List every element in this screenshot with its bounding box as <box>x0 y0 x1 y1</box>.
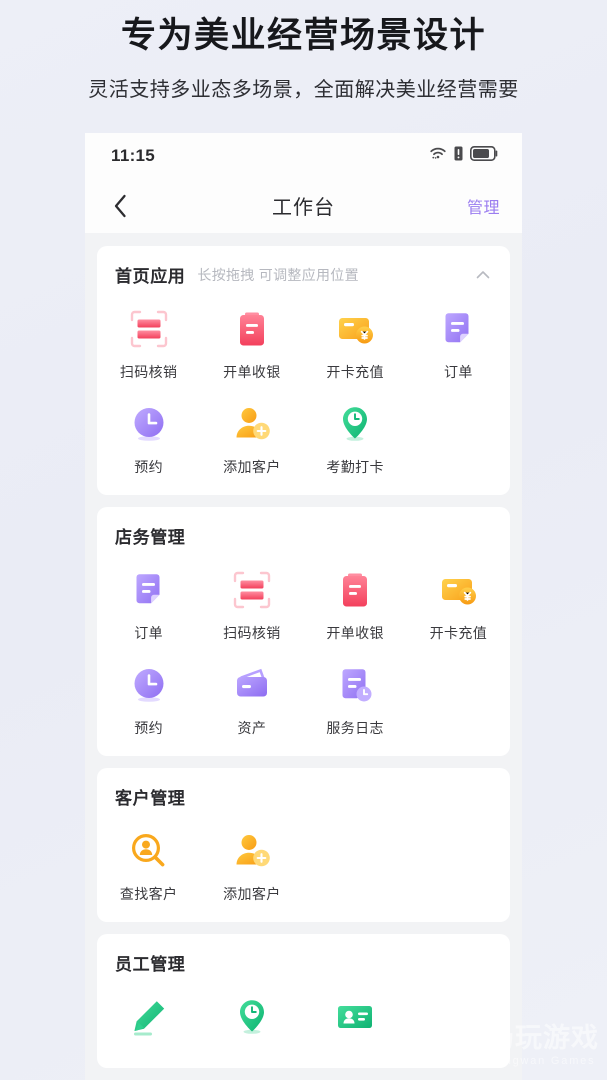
customer-management-title: 客户管理 <box>115 789 186 808</box>
location-clock-icon <box>230 995 274 1039</box>
promo-header: 专为美业经营场景设计 灵活支持多业态多场景，全面解决美业经营需要 <box>0 0 607 102</box>
search-user-icon <box>127 829 171 873</box>
clock-icon <box>127 402 171 446</box>
card-home-apps: 首页应用 长按拖拽 可调整应用位置 扫码核销 开单收银 开卡充值 订单 预约 添… <box>97 246 510 495</box>
add-user-icon <box>230 829 274 873</box>
card-store-management: 店务管理 订单 扫码核销 开单收银 开卡充值 预约 资产 服务日志 <box>97 507 510 756</box>
promo-subtitle: 灵活支持多业态多场景，全面解决美业经营需要 <box>88 79 519 102</box>
wifi-icon <box>429 146 447 165</box>
document-icon <box>436 307 480 351</box>
home-apps-title: 首页应用 <box>115 267 186 286</box>
app-label: 添加客户 <box>223 886 281 902</box>
app-label: 考勤打卡 <box>326 459 384 475</box>
add-user-icon <box>230 402 274 446</box>
card-recharge-icon <box>333 307 377 351</box>
app-tile-card-recharge-1[interactable]: 开卡充值 <box>304 301 407 386</box>
status-icon-group <box>429 145 498 166</box>
app-tile-document-2[interactable]: 订单 <box>97 562 200 647</box>
app-label: 订单 <box>443 364 473 380</box>
store-management-title: 店务管理 <box>115 528 186 547</box>
battery-icon <box>470 145 498 166</box>
receipt-icon <box>230 307 274 351</box>
id-card-icon <box>333 995 377 1039</box>
app-label: 添加客户 <box>223 459 281 475</box>
edit-pencil-icon <box>127 995 171 1039</box>
scan-code-icon <box>230 568 274 612</box>
app-label: 开单收银 <box>326 625 384 641</box>
service-log-icon <box>333 663 377 707</box>
app-tile-location-clock-1[interactable]: 考勤打卡 <box>304 396 407 481</box>
staff-management-title: 员工管理 <box>115 955 186 974</box>
app-label: 资产 <box>237 720 267 736</box>
app-tile-receipt-1[interactable]: 开单收银 <box>200 301 303 386</box>
customer-management-grid: 查找客户 添加客户 <box>97 823 510 908</box>
card-staff-management: 员工管理 <box>97 934 510 1068</box>
staff-management-grid <box>97 989 510 1054</box>
workbench-screen[interactable]: 首页应用 长按拖拽 可调整应用位置 扫码核销 开单收银 开卡充值 订单 预约 添… <box>85 246 522 1080</box>
manage-link[interactable]: 管理 <box>467 194 500 218</box>
nav-bar: 工作台 管理 <box>85 178 522 233</box>
app-tile-id-card[interactable] <box>304 989 407 1054</box>
app-tile-card-recharge-2[interactable]: 开卡充值 <box>407 562 510 647</box>
app-label: 服务日志 <box>326 720 384 736</box>
app-label: 开单收银 <box>223 364 281 380</box>
app-tile-scan-code-1[interactable]: 扫码核销 <box>97 301 200 386</box>
app-tile-edit[interactable] <box>97 989 200 1054</box>
receipt-icon <box>333 568 377 612</box>
app-tile-add-user-1[interactable]: 添加客户 <box>200 396 303 481</box>
phone-mockup: 11:15 工作台 管理 首页应用 长按拖拽 可调整应用位置 扫码核销 开单收银… <box>85 133 522 1080</box>
battery-alert-icon <box>454 146 463 166</box>
chevron-left-icon[interactable] <box>107 193 133 219</box>
store-management-grid: 订单 扫码核销 开单收银 开卡充值 预约 资产 服务日志 <box>97 562 510 742</box>
scan-code-icon <box>127 307 171 351</box>
app-tile-location-clock-2[interactable] <box>200 989 303 1054</box>
app-label: 扫码核销 <box>223 625 281 641</box>
status-bar: 11:15 <box>85 133 522 178</box>
app-label: 开卡充值 <box>326 364 384 380</box>
clock-icon <box>127 663 171 707</box>
promo-title: 专为美业经营场景设计 <box>120 16 486 55</box>
app-tile-search-user[interactable]: 查找客户 <box>97 823 200 908</box>
app-tile-add-user-2[interactable]: 添加客户 <box>200 823 303 908</box>
card-customer-management: 客户管理 查找客户 添加客户 <box>97 768 510 922</box>
app-label: 预约 <box>134 720 164 736</box>
app-tile-scan-code-2[interactable]: 扫码核销 <box>200 562 303 647</box>
wallet-icon <box>230 663 274 707</box>
home-apps-grid: 扫码核销 开单收银 开卡充值 订单 预约 添加客户 考勤打卡 <box>97 301 510 481</box>
app-tile-wallet[interactable]: 资产 <box>200 657 303 742</box>
app-label: 订单 <box>134 625 164 641</box>
page-title: 工作台 <box>272 197 335 219</box>
app-label: 查找客户 <box>119 886 178 902</box>
app-tile-receipt-2[interactable]: 开单收银 <box>304 562 407 647</box>
app-tile-document-1[interactable]: 订单 <box>407 301 510 386</box>
app-tile-clock-1[interactable]: 预约 <box>97 396 200 481</box>
document-icon <box>127 568 171 612</box>
app-label: 预约 <box>134 459 164 475</box>
app-tile-service-log[interactable]: 服务日志 <box>304 657 407 742</box>
app-tile-clock-2[interactable]: 预约 <box>97 657 200 742</box>
home-apps-hint: 长按拖拽 可调整应用位置 <box>197 266 359 283</box>
location-clock-icon <box>333 402 377 446</box>
status-time: 11:15 <box>111 145 156 165</box>
card-recharge-icon <box>436 568 480 612</box>
app-label: 开卡充值 <box>429 625 488 641</box>
app-label: 扫码核销 <box>119 364 178 380</box>
chevron-up-icon[interactable] <box>474 266 492 284</box>
home-apps-header: 首页应用 长按拖拽 可调整应用位置 <box>97 262 510 287</box>
